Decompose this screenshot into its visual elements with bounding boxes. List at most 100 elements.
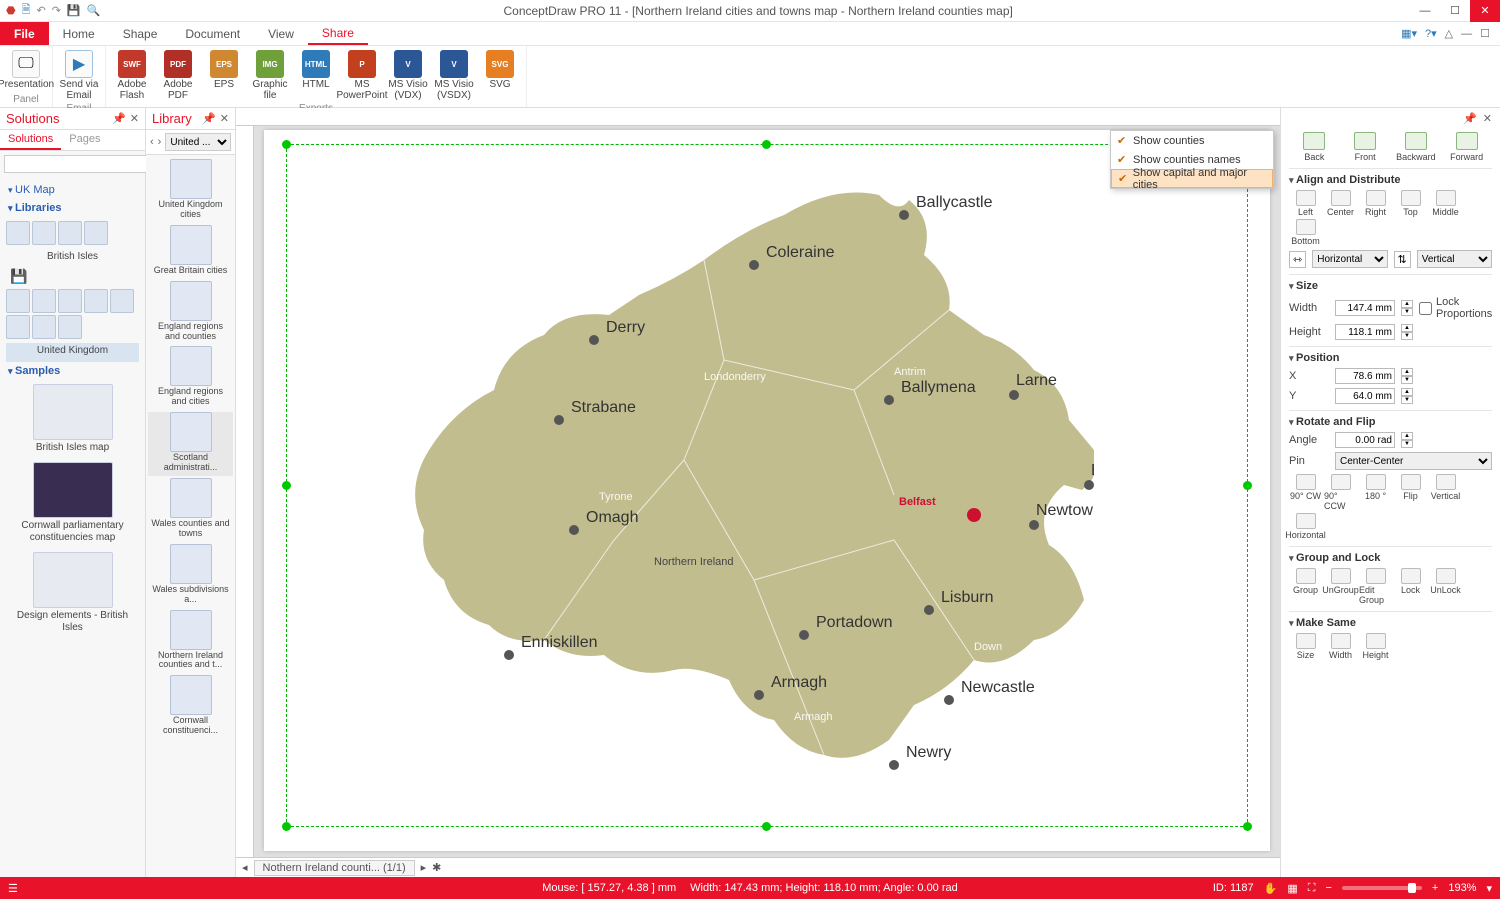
minimize-button[interactable]: — xyxy=(1410,0,1440,22)
undo-icon[interactable]: ↶ xyxy=(36,4,45,17)
thumb[interactable] xyxy=(58,289,82,313)
thumb[interactable] xyxy=(84,221,108,245)
section-group[interactable]: Group and Lock xyxy=(1289,550,1492,566)
align-bottom-button[interactable]: Bottom xyxy=(1289,219,1322,246)
close-button[interactable]: ✕ xyxy=(1470,0,1500,22)
library-item[interactable]: England regions and cities xyxy=(148,346,233,410)
export-button[interactable]: SVGSVG xyxy=(478,48,522,103)
panel-close-icon[interactable]: ✕ xyxy=(130,112,139,125)
thumb[interactable] xyxy=(32,221,56,245)
library-item[interactable]: Great Britain cities xyxy=(148,225,233,279)
distribute-h-select[interactable]: Horizontal xyxy=(1312,250,1387,268)
thumb[interactable] xyxy=(6,315,30,339)
align-center-button[interactable]: Center xyxy=(1324,190,1357,217)
flip-horizontal-button[interactable]: Horizontal xyxy=(1289,513,1322,540)
nav-next-icon[interactable]: › xyxy=(158,136,162,148)
menu-file[interactable]: File xyxy=(0,22,49,45)
solutions-search-input[interactable] xyxy=(4,155,156,173)
context-item-show-counties[interactable]: ✔Show counties xyxy=(1111,131,1273,150)
library-item[interactable]: Wales subdivisions a... xyxy=(148,544,233,608)
zoom-out-icon[interactable]: − xyxy=(1325,882,1331,894)
spin-up[interactable]: ▲ xyxy=(1401,300,1413,308)
menu-document[interactable]: Document xyxy=(171,22,254,45)
menu-view[interactable]: View xyxy=(254,22,308,45)
zoom-in-icon[interactable]: + xyxy=(1432,882,1438,894)
spin-up[interactable]: ▲ xyxy=(1401,324,1413,332)
flip-button[interactable]: Flip xyxy=(1394,474,1427,511)
fit-tool-icon[interactable]: ⛶ xyxy=(1308,882,1316,895)
panel-close-icon[interactable]: ✕ xyxy=(220,112,229,125)
angle-input[interactable] xyxy=(1335,432,1395,448)
export-button[interactable]: VMS Visio (VDX) xyxy=(386,48,430,103)
app-close-icon[interactable]: ☐ xyxy=(1480,27,1490,40)
maximize-button[interactable]: ☐ xyxy=(1440,0,1470,22)
spin-down[interactable]: ▼ xyxy=(1401,376,1413,384)
hand-tool-icon[interactable]: ✋ xyxy=(1264,882,1278,895)
x-input[interactable] xyxy=(1335,368,1395,384)
lock-proportions-checkbox[interactable] xyxy=(1419,302,1432,315)
section-position[interactable]: Position xyxy=(1289,350,1492,366)
same-size-button[interactable]: Size xyxy=(1289,633,1322,660)
pin-icon[interactable]: 📌 xyxy=(202,112,216,125)
spin-up[interactable]: ▲ xyxy=(1401,432,1413,440)
group-button[interactable]: Group xyxy=(1289,568,1322,605)
send-email-button[interactable]: ▶ Send via Email xyxy=(57,48,101,103)
spin-down[interactable]: ▼ xyxy=(1401,396,1413,404)
library-item[interactable]: Northern Ireland counties and t... xyxy=(148,610,233,674)
library-selector[interactable]: United ... xyxy=(165,133,231,151)
thumb[interactable] xyxy=(6,289,30,313)
unlock-button[interactable]: UnLock xyxy=(1429,568,1462,605)
tab-next-icon[interactable]: ▸ xyxy=(421,861,427,874)
thumb[interactable] xyxy=(32,315,56,339)
arrange-front-button[interactable]: Front xyxy=(1346,132,1384,162)
zoom-dropdown-icon[interactable]: ▾ xyxy=(1486,882,1492,895)
sample-thumb[interactable] xyxy=(33,462,113,518)
handle[interactable] xyxy=(282,481,291,490)
handle[interactable] xyxy=(282,822,291,831)
thumb[interactable] xyxy=(58,221,82,245)
canvas[interactable]: Londonderry Antrim Tyrone Fermanagh Arma… xyxy=(254,126,1280,857)
menu-share[interactable]: Share xyxy=(308,22,368,45)
export-button[interactable]: EPSEPS xyxy=(202,48,246,103)
workspace-icon[interactable]: ▦▾ xyxy=(1401,27,1417,40)
thumb[interactable] xyxy=(32,289,56,313)
document-tab[interactable]: Nothern Ireland counti... (1/1) xyxy=(254,860,415,876)
height-input[interactable] xyxy=(1335,324,1395,340)
help-icon[interactable]: ?▾ xyxy=(1425,27,1437,40)
arrange-forward-button[interactable]: Forward xyxy=(1448,132,1486,162)
edit-group-button[interactable]: Edit Group xyxy=(1359,568,1392,605)
context-item-show-capital[interactable]: ✔Show capital and major cities xyxy=(1111,169,1273,188)
tab-prev-icon[interactable]: ◂ xyxy=(242,861,248,874)
distribute-v-select[interactable]: Vertical xyxy=(1417,250,1492,268)
distribute-h-icon[interactable]: ⇿ xyxy=(1289,251,1306,268)
ungroup-button[interactable]: UnGroup xyxy=(1324,568,1357,605)
presentation-button[interactable]: 🖵 Presentation xyxy=(4,48,48,92)
tab-pages[interactable]: Pages xyxy=(61,130,108,150)
sample-thumb[interactable] xyxy=(33,384,113,440)
export-button[interactable]: VMS Visio (VSDX) xyxy=(432,48,476,103)
tree-samples[interactable]: Samples xyxy=(6,362,139,380)
arrange-back-button[interactable]: Back xyxy=(1295,132,1333,162)
snap-tool-icon[interactable]: ▦ xyxy=(1287,882,1297,895)
panel-close-icon[interactable]: ✕ xyxy=(1483,112,1492,128)
export-button[interactable]: IMGGraphic file xyxy=(248,48,292,103)
pin-select[interactable]: Center-Center xyxy=(1335,452,1492,470)
export-button[interactable]: SWFAdobe Flash xyxy=(110,48,154,103)
save-icon[interactable]: 💾 xyxy=(67,4,81,17)
export-button[interactable]: PMS PowerPoint xyxy=(340,48,384,103)
spin-up[interactable]: ▲ xyxy=(1401,368,1413,376)
spin-up[interactable]: ▲ xyxy=(1401,388,1413,396)
export-button[interactable]: HTMLHTML xyxy=(294,48,338,103)
library-item[interactable]: Scotland administrati... xyxy=(148,412,233,476)
thumb[interactable] xyxy=(6,221,30,245)
library-item[interactable]: United Kingdom cities xyxy=(148,159,233,223)
handle[interactable] xyxy=(762,822,771,831)
section-rotate[interactable]: Rotate and Flip xyxy=(1289,414,1492,430)
library-item[interactable]: Cornwall constituenci... xyxy=(148,675,233,739)
library-item[interactable]: Wales counties and towns xyxy=(148,478,233,542)
handle[interactable] xyxy=(282,140,291,149)
handle[interactable] xyxy=(762,140,771,149)
tab-solutions[interactable]: Solutions xyxy=(0,130,61,150)
same-height-button[interactable]: Height xyxy=(1359,633,1392,660)
spin-down[interactable]: ▼ xyxy=(1401,440,1413,448)
